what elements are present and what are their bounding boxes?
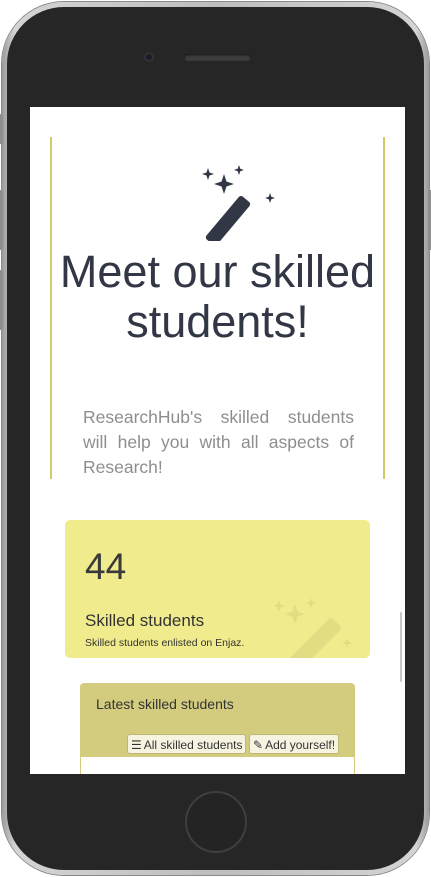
hero-section: Meet our skilled students! ResearchHub's… bbox=[50, 137, 385, 479]
student-count: 44 bbox=[85, 546, 127, 587]
add-yourself-button[interactable]: ✎ Add yourself! bbox=[249, 734, 340, 754]
home-button[interactable] bbox=[185, 791, 247, 853]
list-icon: ☰ bbox=[131, 738, 142, 752]
volume-down-button bbox=[0, 270, 3, 330]
front-camera bbox=[144, 52, 154, 62]
latest-students-list bbox=[81, 757, 354, 774]
page-title: Meet our skilled students! bbox=[59, 246, 376, 347]
mute-switch bbox=[0, 114, 3, 144]
earpiece-speaker bbox=[184, 54, 251, 61]
magic-wand-icon bbox=[275, 598, 352, 658]
latest-students-title: Latest skilled students bbox=[96, 696, 234, 712]
screen: Meet our skilled students! ResearchHub's… bbox=[30, 107, 405, 774]
phone-frame: Meet our skilled students! ResearchHub's… bbox=[0, 2, 431, 875]
paperclip-icon: ✎ bbox=[253, 738, 264, 752]
latest-students-panel: Latest skilled students ☰ All skilled stu… bbox=[80, 683, 355, 774]
all-skilled-students-label: All skilled students bbox=[143, 738, 243, 752]
stat-label: Skilled students bbox=[85, 611, 205, 630]
stat-description: Skilled students enlisted on Enjaz. bbox=[85, 637, 245, 649]
volume-up-button bbox=[0, 190, 3, 250]
magic-wand-icon bbox=[202, 165, 275, 241]
skilled-students-stat-card[interactable]: 44 Skilled students Skilled students enl… bbox=[65, 520, 370, 658]
scrollbar[interactable] bbox=[400, 612, 402, 682]
add-yourself-label: Add yourself! bbox=[265, 738, 336, 752]
hero-description: ResearchHub's skilled students will help… bbox=[83, 407, 354, 477]
all-skilled-students-button[interactable]: ☰ All skilled students bbox=[127, 734, 247, 754]
